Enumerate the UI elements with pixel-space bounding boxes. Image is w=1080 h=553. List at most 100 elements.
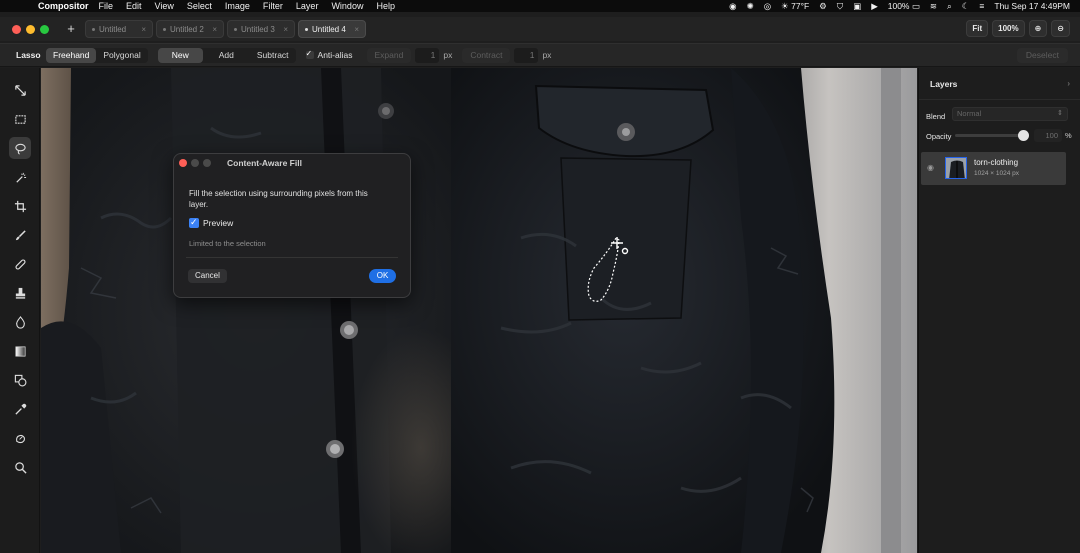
smudge-icon[interactable] (9, 427, 31, 449)
tab-close-icon[interactable]: × (354, 25, 359, 34)
menu-help[interactable]: Help (376, 1, 395, 11)
status-area: ◉ ✺ ◎ ☀ 77°F ⚙ ⛉ ▣ ▶ 100% ▭ ≋ ⌕ ☾ ≡ Thu … (729, 0, 1070, 12)
record-icon[interactable]: ◉ (729, 1, 736, 12)
preview-toggle[interactable]: Preview (189, 217, 233, 228)
tab-close-icon[interactable]: × (283, 25, 288, 34)
play-icon[interactable]: ▶ (871, 1, 878, 12)
shield-icon[interactable]: ⛉ (837, 1, 843, 12)
zoom-level-button[interactable]: 100% (992, 20, 1025, 37)
marquee-tool-icon[interactable] (9, 108, 31, 130)
opacity-slider-handle[interactable] (1018, 130, 1029, 141)
add-selection-button[interactable]: Add (203, 48, 250, 63)
menu-filter[interactable]: Filter (263, 1, 283, 11)
tab-label: Untitled 3 (241, 24, 275, 34)
layer-name: torn-clothing (974, 158, 1019, 167)
active-tool-name: Lasso (16, 50, 41, 60)
blend-mode-select[interactable]: Normal ⇕ (952, 107, 1068, 121)
focus-moon-icon[interactable]: ☾ (962, 1, 970, 12)
blur-drop-icon[interactable] (9, 311, 31, 333)
layers-panel: Layers › Blend Normal ⇕ Opacity 100 % ◉ … (918, 68, 1080, 553)
search-icon[interactable]: ⌕ (947, 1, 952, 12)
healing-icon[interactable] (9, 253, 31, 275)
freehand-mode-button[interactable]: Freehand (46, 47, 97, 63)
menubar-datetime[interactable]: Thu Sep 17 4:49PM (994, 1, 1070, 11)
tab-dot-icon (92, 27, 95, 31)
fit-button[interactable]: Fit (966, 20, 989, 37)
tab-untitled-3[interactable]: Untitled 3 × (227, 20, 295, 38)
contract-amount-input[interactable]: 1 (514, 47, 539, 63)
tool-options-bar: Lasso Freehand Polygonal New Add Subtrac… (0, 43, 1080, 67)
opacity-value-input[interactable]: 100 (1034, 129, 1062, 142)
blend-mode-value: Normal (957, 109, 982, 118)
brightness-icon[interactable]: ✺ (747, 1, 754, 12)
brush-icon[interactable] (9, 224, 31, 246)
tab-untitled-4[interactable]: Untitled 4 × (298, 20, 366, 38)
tab-close-icon[interactable]: × (141, 25, 146, 34)
lasso-mode-segment: Freehand Polygonal (46, 47, 148, 63)
menu-edit[interactable]: Edit (126, 1, 142, 11)
zoom-out-icon[interactable]: ⊖ (1051, 20, 1070, 37)
tab-untitled-2[interactable]: Untitled 2 × (156, 20, 224, 38)
opacity-slider[interactable] (955, 130, 1029, 141)
creative-cloud-icon[interactable]: ◎ (764, 1, 771, 12)
menu-file[interactable]: File (99, 1, 114, 11)
contract-unit: px (542, 50, 552, 60)
expand-amount-input[interactable]: 1 (415, 47, 440, 63)
layers-panel-header[interactable]: Layers › (919, 68, 1080, 100)
menu-layer[interactable]: Layer (296, 1, 319, 11)
expand-button[interactable]: Expand (366, 47, 412, 63)
move-tool-icon[interactable] (9, 79, 31, 101)
dialog-close-button[interactable] (179, 158, 187, 167)
document-tabs: Untitled × Untitled 2 × Untitled 3 × Unt… (85, 20, 366, 38)
layer-row[interactable]: ◉ torn-clothing 1024 × 1024 px (921, 152, 1066, 185)
anti-alias-toggle[interactable]: Anti-alias (305, 49, 353, 60)
chevron-right-icon[interactable]: › (1067, 79, 1070, 88)
ok-button[interactable]: OK (369, 269, 396, 283)
layer-dimensions: 1024 × 1024 px (974, 170, 1019, 177)
preview-checkbox[interactable] (189, 217, 199, 228)
zoom-in-icon[interactable]: ⊕ (1028, 20, 1048, 37)
menu-select[interactable]: Select (187, 1, 212, 11)
cancel-button[interactable]: Cancel (188, 269, 227, 283)
menu-image[interactable]: Image (225, 1, 250, 11)
anti-alias-checkbox[interactable] (305, 49, 314, 59)
dialog-titlebar: Content-Aware Fill (174, 154, 410, 171)
minimize-window-button[interactable] (26, 24, 35, 34)
tab-label: Untitled 4 (312, 24, 346, 34)
gradient-icon[interactable] (9, 340, 31, 362)
zoom-icon[interactable] (9, 456, 31, 478)
menu-view[interactable]: View (155, 1, 174, 11)
control-center-icon[interactable]: ≡ (979, 1, 984, 11)
lasso-tool-icon[interactable] (9, 137, 31, 159)
polygonal-mode-button[interactable]: Polygonal (96, 48, 147, 63)
eye-visibility-icon[interactable]: ◉ (927, 163, 934, 172)
expand-unit: px (443, 50, 453, 60)
stamp-icon[interactable] (9, 282, 31, 304)
wifi-icon[interactable]: ≋ (930, 1, 937, 12)
weather-status[interactable]: ☀ 77°F (781, 1, 809, 12)
tab-close-icon[interactable]: × (212, 25, 217, 34)
display-icon[interactable]: ▣ (853, 1, 861, 12)
new-selection-button[interactable]: New (157, 47, 203, 63)
magic-wand-icon[interactable] (9, 166, 31, 188)
image-canvas[interactable] (41, 68, 917, 553)
tab-label: Untitled (99, 24, 127, 34)
tab-untitled[interactable]: Untitled × (85, 20, 153, 38)
eyedropper-icon[interactable] (9, 398, 31, 420)
tab-dot-icon (234, 27, 237, 31)
zoom-window-button[interactable] (40, 24, 49, 34)
content-aware-fill-dialog: Content-Aware Fill Fill the selection us… (173, 153, 411, 298)
subtract-selection-button[interactable]: Subtract (250, 48, 296, 63)
contract-button[interactable]: Contract (462, 47, 511, 63)
deselect-button[interactable]: Deselect (1016, 48, 1068, 63)
crop-icon[interactable] (9, 195, 31, 217)
tab-dot-icon (305, 27, 308, 31)
new-tab-plus-icon[interactable]: + (63, 21, 79, 37)
settings-gear-icon[interactable]: ⚙ (819, 1, 827, 12)
tab-bar: + Untitled × Untitled 2 × Untitled 3 × U… (0, 17, 1080, 41)
close-window-button[interactable] (12, 24, 21, 34)
menu-window[interactable]: Window (331, 1, 363, 11)
app-name-menu[interactable]: Compositor (38, 1, 89, 11)
battery-status[interactable]: 100% ▭ (888, 1, 920, 12)
shapes-icon[interactable] (9, 369, 31, 391)
